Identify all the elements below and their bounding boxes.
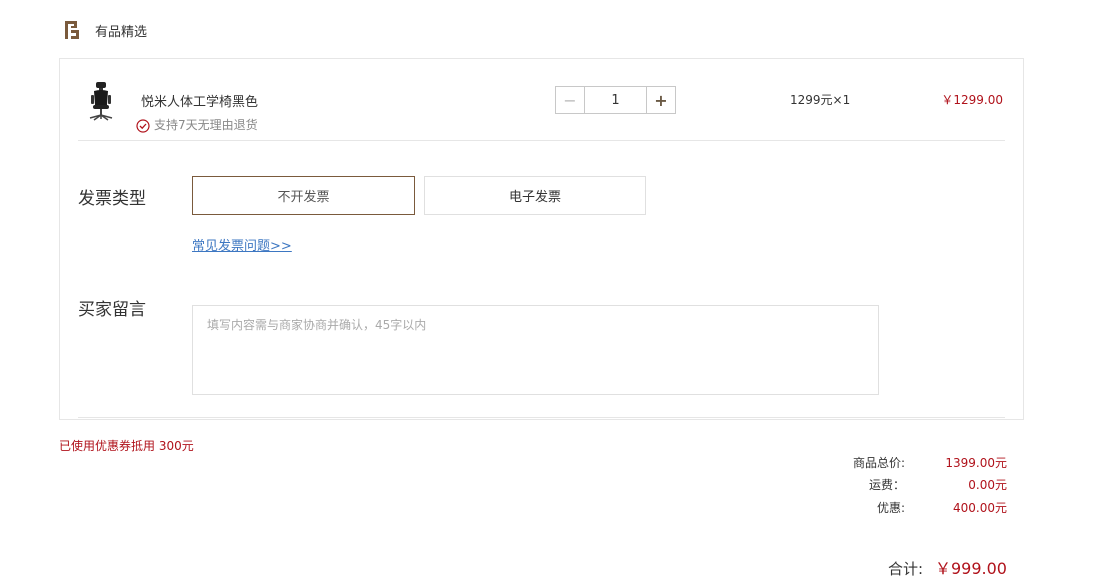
return-policy: 支持7天无理由退货 — [136, 116, 258, 133]
return-policy-text: 支持7天无理由退货 — [154, 118, 258, 132]
line-total: ￥1299.00 — [941, 93, 1003, 107]
coupon-note: 已使用优惠券抵用 300元 — [59, 439, 194, 453]
store-logo-icon — [62, 19, 82, 41]
invoice-option-electronic[interactable]: 电子发票 — [424, 176, 646, 215]
unit-price: 1299元×1 — [790, 93, 851, 107]
grand-total-value: ￥999.00 — [935, 559, 1007, 578]
shipping-label: 运费： — [868, 478, 905, 492]
product-name[interactable]: 悦米人体工学椅黑色 — [141, 91, 258, 110]
store-header: 有品精选 — [62, 18, 147, 42]
store-name: 有品精选 — [95, 24, 148, 40]
order-panel: 悦米人体工学椅黑色 支持7天无理由退货 − 1 + 1299元×1 ￥1299.… — [59, 58, 1024, 420]
buyer-message-label: 买家留言 — [78, 300, 146, 320]
discount-label: 优惠: — [876, 501, 905, 515]
invoice-type-label: 发票类型 — [78, 189, 146, 209]
subtotal-value: 1399.00元 — [945, 456, 1007, 470]
product-image[interactable] — [86, 81, 116, 121]
increase-quantity-button[interactable]: + — [647, 87, 675, 113]
divider — [78, 417, 1005, 418]
check-circle-icon — [136, 118, 150, 133]
subtotal-row: 商品总价: 1399.00元 — [820, 454, 1007, 472]
grand-total: 合计: ￥999.00 — [888, 555, 1007, 579]
quantity-stepper: − 1 + — [555, 86, 676, 114]
subtotal-label: 商品总价: — [852, 456, 905, 470]
quantity-input[interactable]: 1 — [584, 87, 647, 113]
discount-row: 优惠: 400.00元 — [820, 499, 1007, 517]
shipping-row: 运费： 0.00元 — [820, 476, 1007, 494]
decrease-quantity-button[interactable]: − — [556, 87, 584, 113]
shipping-value: 0.00元 — [968, 478, 1007, 492]
invoice-option-none[interactable]: 不开发票 — [192, 176, 415, 215]
product-row: 悦米人体工学椅黑色 支持7天无理由退货 − 1 + 1299元×1 ￥1299.… — [78, 59, 1005, 141]
buyer-message-input[interactable] — [192, 305, 879, 395]
discount-value: 400.00元 — [953, 501, 1007, 515]
grand-total-label: 合计: — [887, 560, 923, 578]
invoice-faq-link[interactable]: 常见发票问题>> — [192, 235, 292, 254]
